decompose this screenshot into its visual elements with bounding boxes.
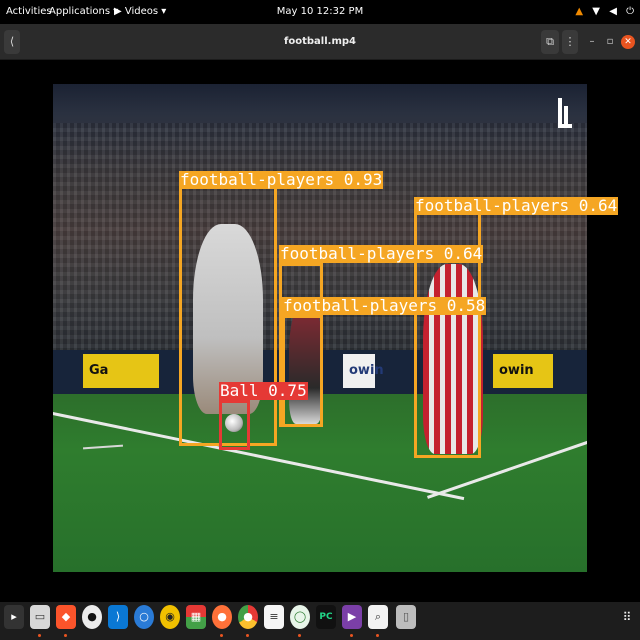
detection-label: football-players 0.58 xyxy=(282,296,487,315)
pycharm-icon[interactable]: PC xyxy=(316,605,336,629)
maximize-button[interactable]: ▫ xyxy=(602,34,618,50)
top-bar: Activities Applications ▾ ▶ Videos ▾ May… xyxy=(0,0,640,24)
image-viewer-icon[interactable]: ⌕ xyxy=(368,605,388,629)
running-indicator xyxy=(220,634,223,637)
power-icon[interactable]: ⏻ xyxy=(626,0,634,24)
running-indicator xyxy=(64,634,67,637)
vlc-media-icon[interactable]: ▦ xyxy=(186,605,206,629)
running-indicator xyxy=(350,634,353,637)
rhythmbox-icon[interactable]: ◉ xyxy=(160,605,180,629)
videos-app-icon[interactable]: ▶ xyxy=(342,605,362,629)
trash-icon[interactable]: ▯ xyxy=(396,605,416,629)
volume-icon[interactable]: ◀ xyxy=(609,0,617,24)
detection-label-ball: Ball 0.75 xyxy=(219,381,308,400)
show-applications-icon[interactable]: ⠿ xyxy=(620,607,634,627)
chrome-icon[interactable]: ● xyxy=(238,605,258,629)
terminal-icon[interactable]: ▸ xyxy=(4,605,24,629)
detection-box xyxy=(282,315,323,427)
minimize-button[interactable]: – xyxy=(584,34,600,50)
detection-label: football-players 0.64 xyxy=(279,244,484,263)
running-indicator xyxy=(298,634,301,637)
close-button[interactable]: ✕ xyxy=(621,35,635,49)
system-tray[interactable]: ▲ ▼ ◀ ⏻ xyxy=(569,0,634,24)
window-header-bar: ⟨ football.mp4 ⧉ ⋮ – ▫ ✕ xyxy=(0,24,640,60)
network-icon[interactable]: ▼ xyxy=(592,0,600,24)
files-icon[interactable]: ▭ xyxy=(30,605,50,629)
vlc-icon[interactable]: ○ xyxy=(134,605,154,629)
github-icon[interactable]: ● xyxy=(82,605,102,629)
menu-button[interactable]: ⋮ xyxy=(562,30,578,54)
firefox-icon[interactable]: ● xyxy=(212,605,232,629)
detection-box-ball xyxy=(219,400,250,450)
applications-menu[interactable]: Applications ▾ xyxy=(49,0,118,24)
vscode-icon[interactable]: ⟩ xyxy=(108,605,128,629)
pitch-line xyxy=(82,444,124,450)
running-indicator xyxy=(38,634,41,637)
text-editor-icon[interactable]: ≡ xyxy=(264,605,284,629)
brave-icon[interactable]: ◆ xyxy=(56,605,76,629)
video-area[interactable]: Ga owin owin football-players 0.93 footb… xyxy=(0,60,640,602)
running-indicator xyxy=(376,634,379,637)
watermark-logo xyxy=(558,98,572,128)
activities-button[interactable]: Activities xyxy=(6,0,52,24)
vlc-icon[interactable]: ▲ xyxy=(575,0,583,24)
videos-app-menu[interactable]: ▶ Videos ▾ xyxy=(114,0,166,24)
ad-board-2: owin xyxy=(343,354,384,388)
video-player-icon[interactable]: ◯ xyxy=(290,605,310,629)
ad-board-1: Ga xyxy=(83,354,159,388)
running-indicator xyxy=(246,634,249,637)
detection-label: football-players 0.93 xyxy=(179,170,384,189)
mirror-button[interactable]: ⧉ xyxy=(541,30,559,54)
detection-label: football-players 0.64 xyxy=(414,196,619,215)
ad-board-3: owin xyxy=(493,354,553,388)
